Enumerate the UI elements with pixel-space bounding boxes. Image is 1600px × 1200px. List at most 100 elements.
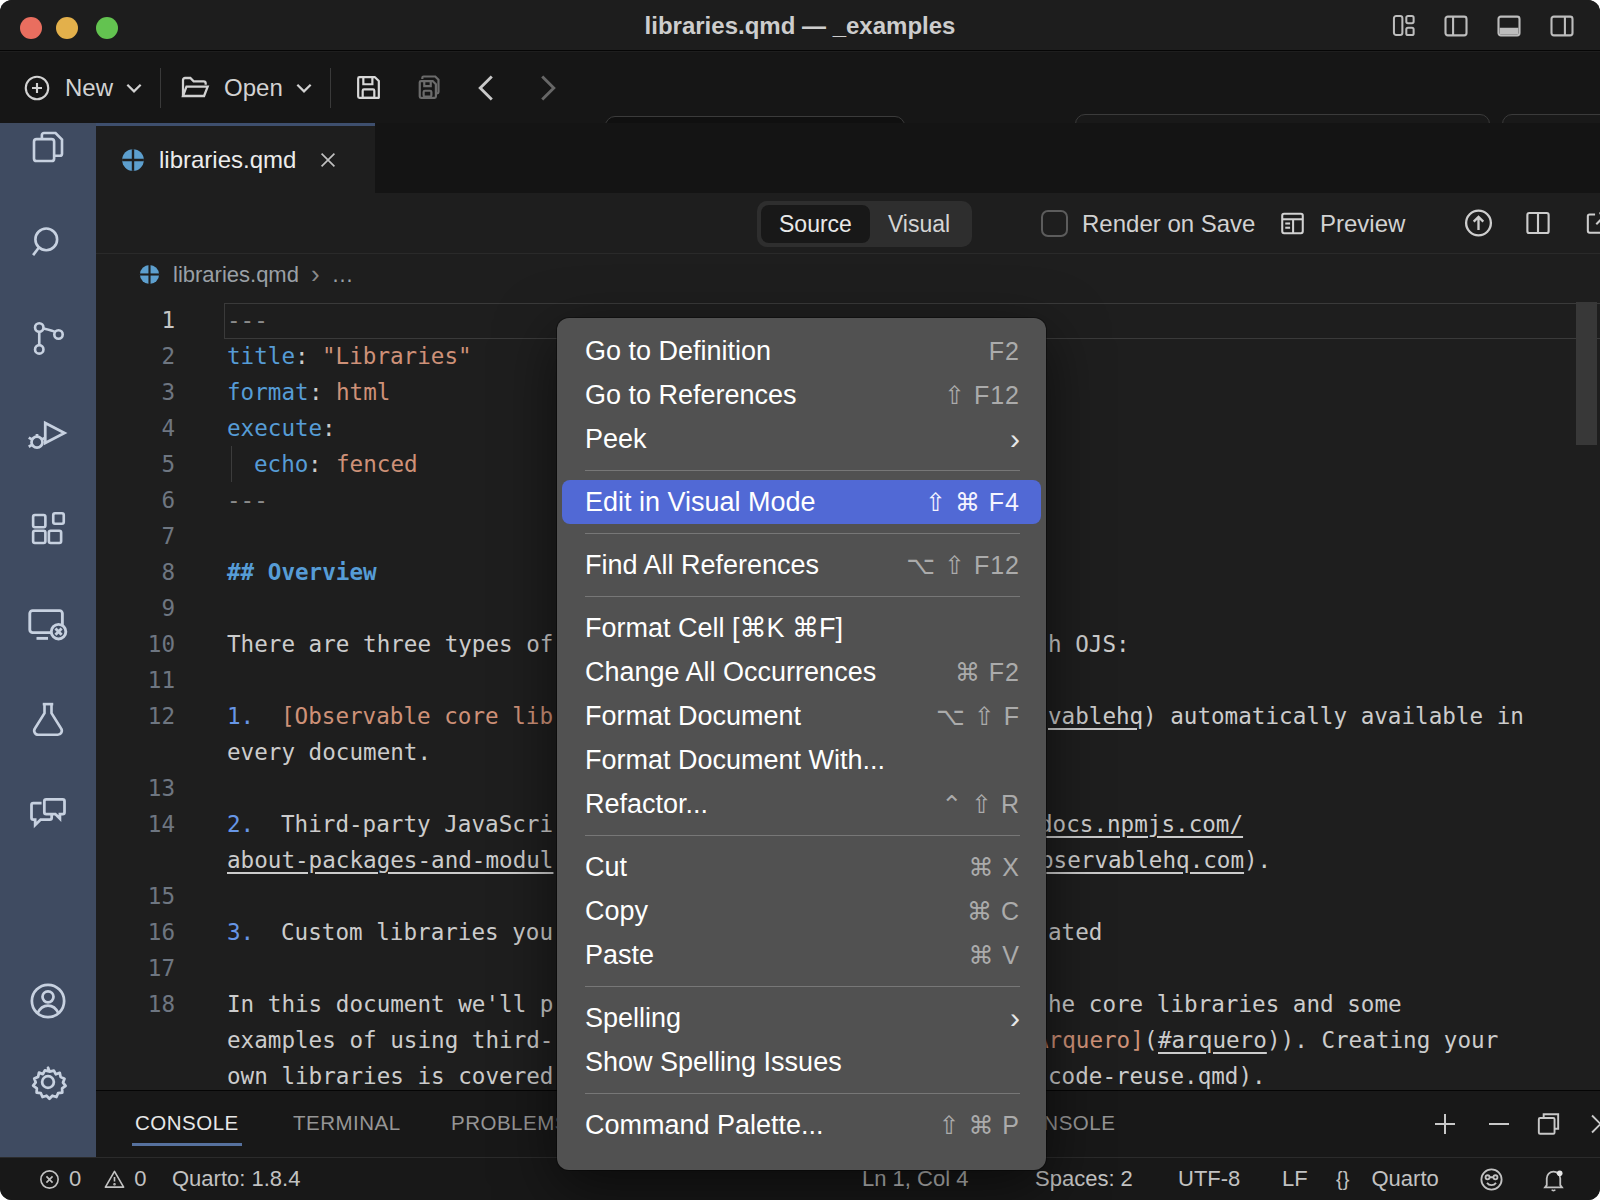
menu-item-paste[interactable]: Paste⌘ V xyxy=(557,933,1046,977)
code-text: : xyxy=(308,446,322,482)
code-text: : xyxy=(309,374,323,410)
render-document-icon[interactable] xyxy=(1462,207,1495,240)
code-text: 2. xyxy=(227,806,254,842)
source-visual-toggle: Source Visual xyxy=(757,201,972,247)
back-icon[interactable] xyxy=(475,75,497,101)
save-all-icon[interactable] xyxy=(412,72,443,103)
language-mode-status[interactable]: {} Quarto xyxy=(1336,1158,1439,1200)
indentation-status[interactable]: Spaces: 2 xyxy=(1035,1158,1133,1200)
menu-item-edit-in-visual-mode[interactable]: Edit in Visual Mode⇧ ⌘ F4 xyxy=(562,480,1041,524)
breadcrumb-more[interactable]: … xyxy=(332,262,354,288)
code-text: title xyxy=(227,338,295,374)
caret-down-icon xyxy=(126,83,142,93)
code-text: In this document we'll p xyxy=(227,986,553,1022)
menu-item-change-all-occurrences[interactable]: Change All Occurrences⌘ F2 xyxy=(557,650,1046,694)
top-action-bar: New Open Search xyxy=(0,52,1600,123)
menu-item-format-cell-k-f[interactable]: Format Cell [⌘K ⌘F] xyxy=(557,606,1046,650)
menu-item-format-document[interactable]: Format Document⌥ ⇧ F xyxy=(557,694,1046,738)
menu-item-command-palette[interactable]: Command Palette...⇧ ⌘ P xyxy=(557,1103,1046,1147)
code-text: html xyxy=(336,374,390,410)
menu-item-spelling[interactable]: Spelling› xyxy=(557,996,1046,1040)
run-debug-icon[interactable] xyxy=(26,411,70,455)
testing-icon[interactable] xyxy=(27,698,69,740)
search-sidebar-icon[interactable] xyxy=(27,221,69,263)
menu-item-find-all-references[interactable]: Find All References⌥ ⇧ F12 xyxy=(557,543,1046,587)
menu-item-go-to-definition[interactable]: Go to DefinitionF2 xyxy=(557,329,1046,373)
open-button[interactable]: Open xyxy=(179,72,312,104)
save-icon[interactable] xyxy=(353,72,384,103)
notifications-bell-icon[interactable] xyxy=(1540,1158,1567,1200)
line-number: 15 xyxy=(96,878,175,914)
eol-status[interactable]: LF xyxy=(1282,1158,1308,1200)
panel-tab-console[interactable]: CONSOLE xyxy=(135,1091,239,1158)
line-number: 12 xyxy=(96,698,175,734)
code-text: echo xyxy=(254,446,308,482)
code-text: docs.npmjs.com/ xyxy=(1039,806,1243,842)
panel-close-icon[interactable] xyxy=(1586,1110,1600,1139)
extensions-icon[interactable] xyxy=(27,508,69,550)
panel-restore-icon[interactable] xyxy=(1534,1110,1563,1139)
code-text: There are three types of xyxy=(227,626,553,662)
line-number: 4 xyxy=(96,410,175,446)
console-sessions-icon[interactable] xyxy=(25,601,71,647)
line-number: 13 xyxy=(96,770,175,806)
source-control-icon[interactable] xyxy=(27,317,69,359)
new-button[interactable]: New xyxy=(22,73,142,103)
close-tab-icon[interactable] xyxy=(317,149,339,171)
menu-item-show-spelling-issues[interactable]: Show Spelling Issues xyxy=(557,1040,1046,1084)
visual-mode-button[interactable]: Visual xyxy=(870,205,968,243)
breadcrumb: libraries.qmd › … xyxy=(96,255,1600,294)
menu-item-peek[interactable]: Peek› xyxy=(557,417,1046,461)
code-text: about-packages-and-modul xyxy=(227,842,553,878)
customize-layout-icon[interactable] xyxy=(1390,12,1417,39)
menu-separator xyxy=(585,596,1020,597)
preview-button[interactable]: Preview xyxy=(1278,193,1405,254)
menu-item-cut[interactable]: Cut⌘ X xyxy=(557,845,1046,889)
account-icon[interactable] xyxy=(26,979,70,1023)
explorer-icon[interactable] xyxy=(27,126,69,168)
problems-status[interactable]: 0 0 xyxy=(38,1158,147,1200)
menu-separator xyxy=(585,533,1020,534)
menu-item-copy[interactable]: Copy⌘ C xyxy=(557,889,1046,933)
toggle-secondary-sidebar-icon[interactable] xyxy=(1548,12,1576,40)
settings-gear-icon[interactable] xyxy=(26,1060,70,1104)
comments-icon[interactable] xyxy=(26,792,70,836)
editor-scrollbar[interactable] xyxy=(1576,302,1597,445)
render-on-save-label: Render on Save xyxy=(1082,193,1255,254)
menu-separator xyxy=(585,835,1020,836)
menu-separator xyxy=(585,1093,1020,1094)
panel-minimize-icon[interactable] xyxy=(1484,1109,1514,1139)
panel-tab-problems[interactable]: PROBLEMS xyxy=(451,1091,569,1158)
menu-item-refactor[interactable]: Refactor...⌃ ⇧ R xyxy=(557,782,1046,826)
line-number: 10 xyxy=(96,626,175,662)
toggle-panel-icon[interactable] xyxy=(1495,12,1523,40)
line-number: 8 xyxy=(96,554,175,590)
code-text: he core libraries and some xyxy=(1048,986,1402,1022)
open-in-new-window-icon[interactable] xyxy=(1583,209,1600,238)
line-number: 18 xyxy=(96,986,175,1022)
feedback-icon[interactable] xyxy=(1478,1158,1505,1200)
code-text: --- xyxy=(227,482,268,518)
forward-icon[interactable] xyxy=(537,75,559,101)
panel-plus-icon[interactable] xyxy=(1430,1109,1460,1139)
code-text: ( xyxy=(1144,1022,1158,1058)
preview-icon xyxy=(1278,209,1307,238)
quarto-version-status[interactable]: Quarto: 1.8.4 xyxy=(172,1158,300,1200)
code-text: "Libraries" xyxy=(322,338,472,374)
render-on-save-checkbox[interactable] xyxy=(1041,210,1068,237)
toggle-sidebar-icon[interactable] xyxy=(1442,12,1470,40)
source-mode-button[interactable]: Source xyxy=(761,205,870,243)
menu-item-format-document-with[interactable]: Format Document With... xyxy=(557,738,1046,782)
code-text: bservablehq.com xyxy=(1040,842,1244,878)
split-editor-icon[interactable] xyxy=(1523,208,1553,238)
panel-tab-terminal[interactable]: TERMINAL xyxy=(293,1091,401,1158)
caret-down-icon xyxy=(296,83,312,93)
encoding-status[interactable]: UTF-8 xyxy=(1178,1158,1240,1200)
line-number: 9 xyxy=(96,590,175,626)
tab-libraries-qmd[interactable]: libraries.qmd xyxy=(96,123,375,193)
editor-tab-strip: libraries.qmd xyxy=(96,123,1600,193)
code-text: own libraries is covered xyxy=(227,1058,553,1094)
plus-circle-icon xyxy=(22,73,52,103)
menu-item-go-to-references[interactable]: Go to References⇧ F12 xyxy=(557,373,1046,417)
breadcrumb-file[interactable]: libraries.qmd xyxy=(173,262,299,288)
